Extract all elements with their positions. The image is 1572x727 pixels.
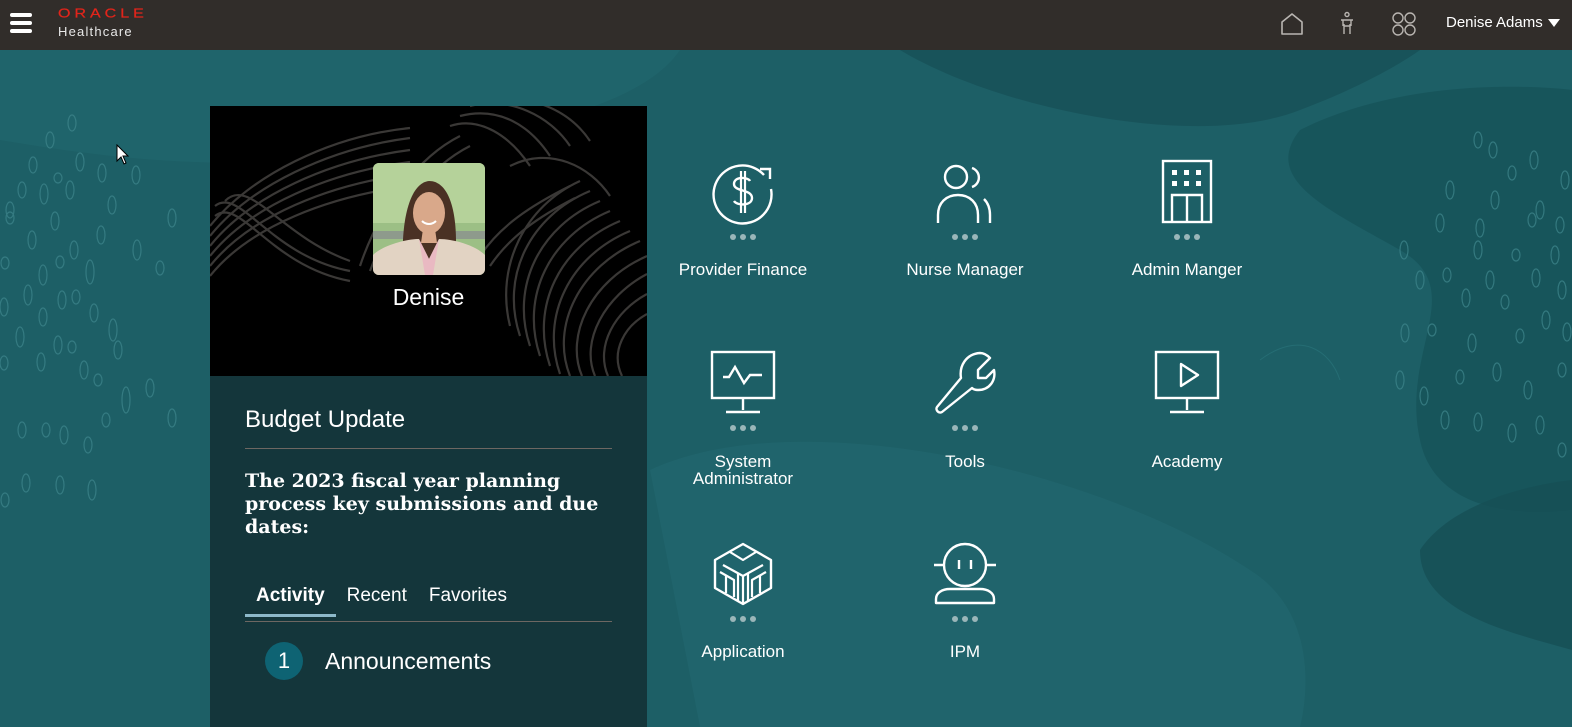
app-label: IPM: [949, 642, 981, 661]
robot-icon: [934, 542, 996, 605]
avatar[interactable]: [373, 163, 485, 275]
tab-activity[interactable]: Activity: [245, 582, 336, 617]
app-label: Admin Manger: [1131, 260, 1243, 279]
mouse-cursor-icon: [116, 144, 130, 165]
menu-icon[interactable]: [10, 13, 32, 35]
app-label: Tools: [945, 452, 985, 471]
app-tile-admin-manger[interactable]: Admin Manger: [1087, 159, 1287, 278]
app-label: Application: [701, 642, 785, 661]
more-options-icon[interactable]: [865, 234, 1065, 240]
monitor-pulse-icon: [710, 350, 776, 414]
profile-card: Denise Budget Update The 2023 fiscal yea…: [210, 106, 647, 727]
user-menu[interactable]: Denise Adams: [1446, 14, 1560, 31]
tabs-divider: [245, 621, 612, 622]
announcement-body: The 2023 fiscal year planning process ke…: [245, 470, 599, 538]
profile-name: Denise: [392, 284, 465, 310]
dollar-refresh-icon: [712, 164, 773, 225]
tab-favorites[interactable]: Favorites: [418, 582, 518, 614]
announcement-title: Budget Update: [245, 406, 406, 433]
profile-header: Denise: [210, 106, 647, 376]
user-name: Denise Adams: [1446, 14, 1543, 31]
app-tile-tools[interactable]: Tools: [865, 350, 1065, 470]
monitor-play-icon: [1154, 350, 1220, 414]
app-label: Nurse Manager: [906, 260, 1024, 279]
more-options-icon[interactable]: [1087, 234, 1287, 240]
more-options-icon[interactable]: [865, 425, 1065, 431]
more-options-icon[interactable]: [865, 616, 1065, 622]
cube-icon: [713, 542, 773, 606]
accessibility-icon[interactable]: [1334, 10, 1362, 38]
building-icon: [1161, 159, 1213, 224]
app-tile-application[interactable]: Application: [643, 541, 843, 660]
app-tile-system-administrator[interactable]: System Administrator: [643, 350, 843, 487]
app-tile-nurse-manager[interactable]: Nurse Manager: [865, 159, 1065, 278]
announcements-label: Announcements: [325, 647, 492, 674]
home-icon[interactable]: [1278, 10, 1306, 38]
app-tile-academy[interactable]: Academy: [1087, 350, 1287, 470]
user-photo: [373, 163, 485, 275]
title-divider: [245, 448, 612, 449]
announcement-panel: Budget Update The 2023 fiscal year plann…: [210, 376, 647, 727]
tab-recent[interactable]: Recent: [336, 582, 418, 614]
brand-subtitle: Healthcare: [58, 24, 133, 39]
caret-down-icon: [1547, 18, 1560, 27]
app-label: Provider Finance: [678, 260, 808, 279]
apps-grid-icon[interactable]: [1390, 10, 1418, 38]
announcements-item[interactable]: 1 Announcements: [265, 642, 491, 680]
more-options-icon[interactable]: [643, 425, 843, 431]
activity-tabs: Activity Recent Favorites: [245, 582, 518, 617]
more-options-icon[interactable]: [643, 616, 843, 622]
oracle-healthcare-logo[interactable]: ORACLE Healthcare: [58, 7, 148, 39]
app-label: Academy: [1151, 452, 1223, 471]
app-tile-provider-finance[interactable]: Provider Finance: [643, 159, 843, 278]
wrench-icon: [935, 351, 996, 414]
people-icon: [936, 164, 992, 223]
brand-name: ORACLE: [58, 7, 148, 21]
top-header-bar: ORACLE Healthcare Denise Adams: [0, 0, 1572, 50]
announcements-count-badge: 1: [265, 642, 303, 680]
more-options-icon[interactable]: [643, 234, 843, 240]
more-options-placeholder: [1087, 425, 1287, 431]
app-label: System Administrator: [692, 452, 794, 488]
app-tile-ipm[interactable]: IPM: [865, 541, 1065, 660]
